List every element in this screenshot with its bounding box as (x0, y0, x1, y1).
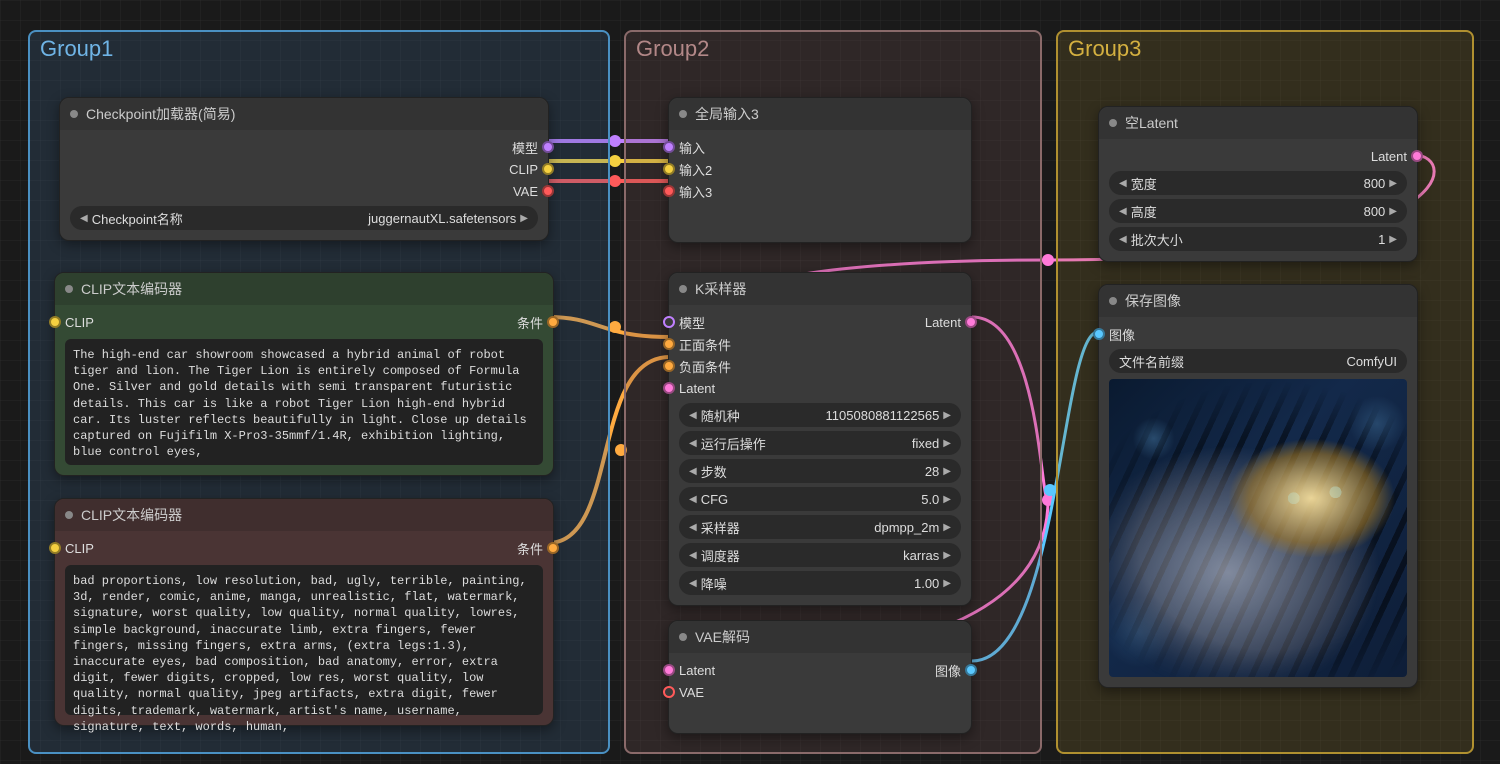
output-cond-label: 条件 (517, 539, 543, 558)
node-title-text: 保存图像 (1125, 291, 1181, 311)
input-clip-label: CLIP (65, 541, 94, 556)
widget-filename-prefix[interactable]: 文件名前缀 ComfyUI (1109, 349, 1407, 373)
port-out-cond[interactable] (547, 542, 559, 554)
collapse-icon[interactable] (65, 285, 73, 293)
output-cond-label: 条件 (517, 313, 543, 332)
widget-steps[interactable]: ◀步数 28▶ (679, 459, 961, 483)
widget-denoise[interactable]: ◀降噪 1.00▶ (679, 571, 961, 595)
port-in-model[interactable] (663, 316, 675, 328)
port-in-clip[interactable] (49, 316, 61, 328)
node-title-text: Checkpoint加载器(简易) (86, 104, 235, 124)
group-2-label: Group2 (636, 36, 709, 62)
widget-sampler[interactable]: ◀采样器 dpmpp_2m▶ (679, 515, 961, 539)
node-title-text: 全局输入3 (695, 104, 759, 124)
chevron-left-icon[interactable]: ◀ (80, 213, 88, 224)
group-1-label: Group1 (40, 36, 113, 62)
node-title-text: 空Latent (1125, 113, 1178, 133)
widget-batch[interactable]: ◀批次大小 1▶ (1109, 227, 1407, 251)
port-in-clip[interactable] (49, 542, 61, 554)
widget-checkpoint-name[interactable]: ◀ Checkpoint名称 juggernautXL.safetensors … (70, 206, 538, 230)
port-in-latent[interactable] (663, 664, 675, 676)
collapse-icon[interactable] (70, 110, 78, 118)
node-title-text: K采样器 (695, 279, 746, 299)
port-out-latent[interactable] (1411, 150, 1423, 162)
port-out-model[interactable] (542, 141, 554, 153)
prompt-textarea[interactable]: bad proportions, low resolution, bad, ug… (65, 565, 543, 715)
node-clip-encode-negative[interactable]: CLIP文本编码器 CLIP 条件 bad proportions, low r… (54, 498, 554, 726)
node-title-text: CLIP文本编码器 (81, 505, 182, 525)
port-in-positive[interactable] (663, 338, 675, 350)
port-in-1[interactable] (663, 141, 675, 153)
port-out-latent[interactable] (965, 316, 977, 328)
port-out-vae[interactable] (542, 185, 554, 197)
prompt-textarea[interactable]: The high-end car showroom showcased a hy… (65, 339, 543, 465)
node-title-text: CLIP文本编码器 (81, 279, 182, 299)
widget-seed[interactable]: ◀随机种 1105080881122565▶ (679, 403, 961, 427)
node-checkpoint-loader[interactable]: Checkpoint加载器(简易) 模型 CLIP VAE ◀ Checkpoi… (59, 97, 549, 241)
collapse-icon[interactable] (65, 511, 73, 519)
output-model-label: 模型 (512, 138, 538, 157)
node-vae-decode[interactable]: VAE解码 Latent 图像 VAE (668, 620, 972, 734)
port-out-cond[interactable] (547, 316, 559, 328)
image-preview (1109, 379, 1407, 677)
collapse-icon[interactable] (679, 285, 687, 293)
node-empty-latent[interactable]: 空Latent Latent ◀宽度 800▶ ◀高度 800▶ ◀批次大小 1… (1098, 106, 1418, 262)
port-out-clip[interactable] (542, 163, 554, 175)
collapse-icon[interactable] (679, 110, 687, 118)
group-3-label: Group3 (1068, 36, 1141, 62)
port-out-image[interactable] (965, 664, 977, 676)
node-global-input[interactable]: 全局输入3 输入 输入2 输入3 (668, 97, 972, 243)
node-title-text: VAE解码 (695, 627, 750, 647)
chevron-right-icon[interactable]: ▶ (520, 213, 528, 224)
port-in-negative[interactable] (663, 360, 675, 372)
port-in-image[interactable] (1093, 328, 1105, 340)
collapse-icon[interactable] (1109, 119, 1117, 127)
collapse-icon[interactable] (1109, 297, 1117, 305)
node-clip-encode-positive[interactable]: CLIP文本编码器 CLIP 条件 The high-end car showr… (54, 272, 554, 476)
widget-control-after[interactable]: ◀运行后操作 fixed▶ (679, 431, 961, 455)
port-in-2[interactable] (663, 163, 675, 175)
port-in-latent[interactable] (663, 382, 675, 394)
node-ksampler[interactable]: K采样器 模型 Latent 正面条件 负面条件 Latent ◀随机种 110… (668, 272, 972, 606)
collapse-icon[interactable] (679, 633, 687, 641)
output-vae-label: VAE (513, 184, 538, 199)
widget-scheduler[interactable]: ◀调度器 karras▶ (679, 543, 961, 567)
port-in-vae[interactable] (663, 686, 675, 698)
output-clip-label: CLIP (509, 162, 538, 177)
widget-width[interactable]: ◀宽度 800▶ (1109, 171, 1407, 195)
port-in-3[interactable] (663, 185, 675, 197)
widget-height[interactable]: ◀高度 800▶ (1109, 199, 1407, 223)
input-clip-label: CLIP (65, 315, 94, 330)
widget-cfg[interactable]: ◀CFG 5.0▶ (679, 487, 961, 511)
node-save-image[interactable]: 保存图像 图像 文件名前缀 ComfyUI (1098, 284, 1418, 688)
